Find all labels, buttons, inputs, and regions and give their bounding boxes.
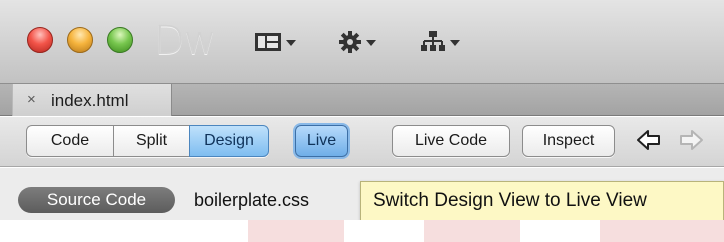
- source-code-button[interactable]: Source Code: [18, 187, 175, 213]
- content-region: [424, 220, 520, 242]
- back-arrow-icon[interactable]: [636, 128, 662, 152]
- site-menu-icon[interactable]: [420, 30, 464, 54]
- view-segmented-control: Code Split Design: [26, 125, 269, 157]
- document-toolbar: Code Split Design Live Live Code Inspect: [0, 117, 724, 167]
- window-title-bar: Dw: [0, 0, 724, 84]
- content-region: [0, 220, 248, 242]
- inspect-button[interactable]: Inspect: [522, 125, 615, 157]
- split-view-button[interactable]: Split: [113, 125, 189, 157]
- content-region: [248, 220, 344, 242]
- layout-menu-icon[interactable]: [254, 30, 298, 54]
- document-tab-bar: × index.html: [0, 84, 724, 116]
- tab-label: index.html: [51, 91, 129, 110]
- related-file-boilerplate-css[interactable]: boilerplate.css: [194, 190, 309, 211]
- minimize-window-button[interactable]: [67, 27, 93, 53]
- content-region: [520, 220, 600, 242]
- close-tab-icon[interactable]: ×: [27, 92, 36, 107]
- zoom-window-button[interactable]: [107, 27, 133, 53]
- content-region: [344, 220, 424, 242]
- close-window-button[interactable]: [27, 27, 53, 53]
- gear-menu-icon[interactable]: [338, 30, 380, 54]
- document-content-area: [0, 220, 724, 242]
- live-view-tooltip: Switch Design View to Live View: [360, 181, 724, 221]
- design-view-button[interactable]: Design: [189, 125, 269, 157]
- live-view-button[interactable]: Live: [295, 125, 348, 157]
- content-region: [600, 220, 724, 242]
- app-logo: Dw: [154, 18, 217, 64]
- forward-arrow-icon[interactable]: [678, 128, 704, 152]
- live-code-button[interactable]: Live Code: [392, 125, 510, 157]
- code-view-button[interactable]: Code: [26, 125, 113, 157]
- tab-index-html[interactable]: × index.html: [12, 84, 172, 116]
